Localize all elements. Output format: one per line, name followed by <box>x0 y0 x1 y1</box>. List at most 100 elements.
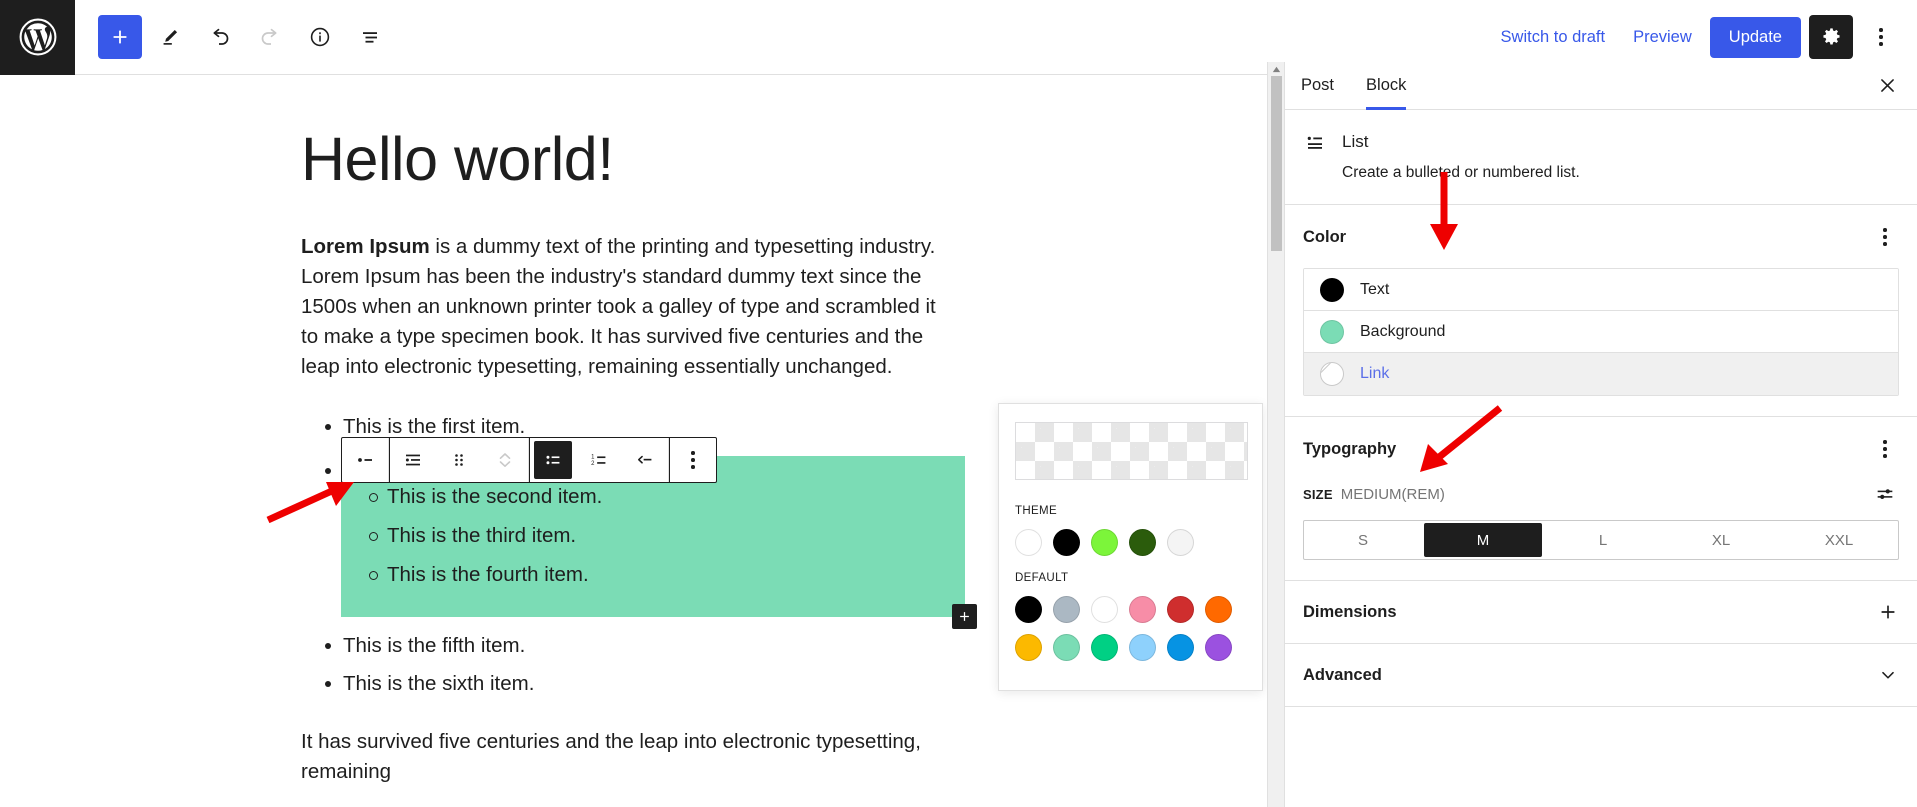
color-section-options-button[interactable] <box>1871 223 1899 251</box>
swatch-black[interactable] <box>1015 596 1042 623</box>
settings-button[interactable] <box>1809 15 1853 59</box>
swatch-dark-green[interactable] <box>1129 529 1156 556</box>
dimensions-section-title: Dimensions <box>1303 602 1397 621</box>
size-xl[interactable]: XL <box>1662 521 1780 559</box>
gear-icon <box>1822 27 1840 44</box>
size-l[interactable]: L <box>1544 521 1662 559</box>
color-row-link[interactable]: Link <box>1304 353 1898 395</box>
tab-block[interactable]: Block <box>1350 62 1422 110</box>
swatch-white[interactable] <box>1015 529 1042 556</box>
size-s[interactable]: S <box>1304 521 1422 559</box>
default-swatch-row <box>1015 596 1246 661</box>
background-color-swatch <box>1320 319 1344 344</box>
post-title[interactable]: Hello world! <box>301 124 1267 194</box>
list-item[interactable]: This is the second item. <box>341 482 965 512</box>
list-item[interactable]: This is the fifth item. <box>301 631 961 661</box>
nested-list[interactable]: This is the second item. This is the thi… <box>341 482 965 590</box>
chevron-updown-icon <box>499 453 511 467</box>
outdent-list-button[interactable] <box>622 438 668 482</box>
block-toolbar: 1 2 <box>341 437 717 483</box>
undo-button[interactable] <box>198 15 242 59</box>
font-size-custom-button[interactable] <box>1871 480 1899 508</box>
list-view-icon <box>363 32 377 43</box>
swatch-luminous-vivid-orange[interactable] <box>1205 596 1232 623</box>
svg-text:1: 1 <box>591 455 595 461</box>
scrollbar-thumb[interactable] <box>1270 76 1282 251</box>
svg-text:2: 2 <box>591 461 594 467</box>
details-button[interactable] <box>298 15 342 59</box>
outdent-icon <box>637 455 652 464</box>
wordpress-logo-icon[interactable] <box>0 0 75 75</box>
font-size-key-label: SIZE <box>1303 486 1333 502</box>
swatch-light-green-cyan[interactable] <box>1053 634 1080 661</box>
tail-paragraph[interactable]: It has survived five centuries and the l… <box>301 727 961 787</box>
block-appender-button[interactable] <box>952 604 977 630</box>
block-toolbar-group-options <box>670 438 716 482</box>
three-dots-vertical-icon <box>1879 28 1883 46</box>
swatch-cyan-bluish-gray[interactable] <box>1053 596 1080 623</box>
unordered-list-button[interactable] <box>534 441 572 479</box>
editor-canvas[interactable]: Hello world! Lorem Ipsum is a dummy text… <box>0 75 1267 807</box>
three-dots-vertical-icon <box>691 451 695 469</box>
plus-icon[interactable] <box>1877 601 1899 623</box>
canvas-scrollbar[interactable] <box>1267 62 1284 807</box>
block-type-list-button[interactable] <box>342 438 388 482</box>
swatch-vivid-green-cyan[interactable] <box>1091 634 1118 661</box>
move-updown-button[interactable] <box>482 438 528 482</box>
typography-section-header: Typography <box>1303 435 1899 463</box>
block-toolbar-group-listtype: 1 2 <box>530 438 669 482</box>
advanced-section[interactable]: Advanced <box>1285 644 1917 707</box>
swatch-vivid-red[interactable] <box>1167 596 1194 623</box>
size-m[interactable]: M <box>1424 523 1542 557</box>
redo-button[interactable] <box>248 15 292 59</box>
sliders-icon <box>1877 489 1893 499</box>
swatch-vivid-purple[interactable] <box>1205 634 1232 661</box>
edit-tool-button[interactable] <box>148 15 192 59</box>
tab-post[interactable]: Post <box>1285 62 1350 110</box>
color-row-text[interactable]: Text <box>1304 269 1898 311</box>
color-picker-popover[interactable]: THEME DEFAULT <box>998 403 1263 691</box>
bulleted-list-icon <box>546 455 560 465</box>
block-description: Create a bulleted or numbered list. <box>1342 164 1580 181</box>
swatch-luminous-vivid-amber[interactable] <box>1015 634 1042 661</box>
info-circle-icon <box>310 27 330 47</box>
undo-arrow-icon <box>213 28 229 45</box>
swatch-white[interactable] <box>1091 596 1118 623</box>
swatch-pale-pink[interactable] <box>1129 596 1156 623</box>
swatch-lime-green[interactable] <box>1091 529 1118 556</box>
theme-swatch-row <box>1015 529 1246 556</box>
default-palette-label: DEFAULT <box>1015 572 1069 584</box>
ordered-list-button[interactable]: 1 2 <box>576 438 622 482</box>
align-list-button[interactable] <box>390 438 436 482</box>
swatch-off-white[interactable] <box>1167 529 1194 556</box>
preview-button[interactable]: Preview <box>1623 22 1702 53</box>
scroll-up-arrow-icon[interactable] <box>1268 62 1285 76</box>
drag-handle-button[interactable] <box>436 438 482 482</box>
swatch-vivid-cyan-blue[interactable] <box>1167 634 1194 661</box>
pencil-icon <box>163 29 178 45</box>
color-row-label: Text <box>1360 280 1390 298</box>
color-row-background[interactable]: Background <box>1304 311 1898 353</box>
list-item[interactable]: This is the fourth item. <box>341 560 965 590</box>
add-block-button[interactable] <box>98 15 142 59</box>
more-options-button[interactable] <box>1861 15 1901 59</box>
size-xxl[interactable]: XXL <box>1780 521 1898 559</box>
typography-section-options-button[interactable] <box>1871 435 1899 463</box>
wordpress-block-editor: Switch to draft Preview Update Hello wor… <box>0 0 1917 807</box>
plus-icon <box>113 30 127 44</box>
block-options-button[interactable] <box>670 438 716 482</box>
intro-paragraph[interactable]: Lorem Ipsum is a dummy text of the print… <box>301 232 955 382</box>
chevron-down-icon[interactable] <box>1877 664 1899 686</box>
swatch-pale-cyan-blue[interactable] <box>1129 634 1156 661</box>
dimensions-section[interactable]: Dimensions <box>1285 581 1917 644</box>
close-sidebar-button[interactable] <box>1869 68 1905 104</box>
list-item[interactable]: This is the sixth item. <box>301 669 961 699</box>
switch-to-draft-button[interactable]: Switch to draft <box>1491 22 1616 53</box>
list-item[interactable]: This is the third item. <box>341 521 965 551</box>
three-dots-vertical-icon <box>1883 440 1887 458</box>
update-button[interactable]: Update <box>1709 16 1801 58</box>
transparent-checkerboard-preview[interactable] <box>1015 422 1248 480</box>
swatch-black[interactable] <box>1053 529 1080 556</box>
list-view-button[interactable] <box>348 15 392 59</box>
link-color-swatch <box>1320 362 1344 386</box>
